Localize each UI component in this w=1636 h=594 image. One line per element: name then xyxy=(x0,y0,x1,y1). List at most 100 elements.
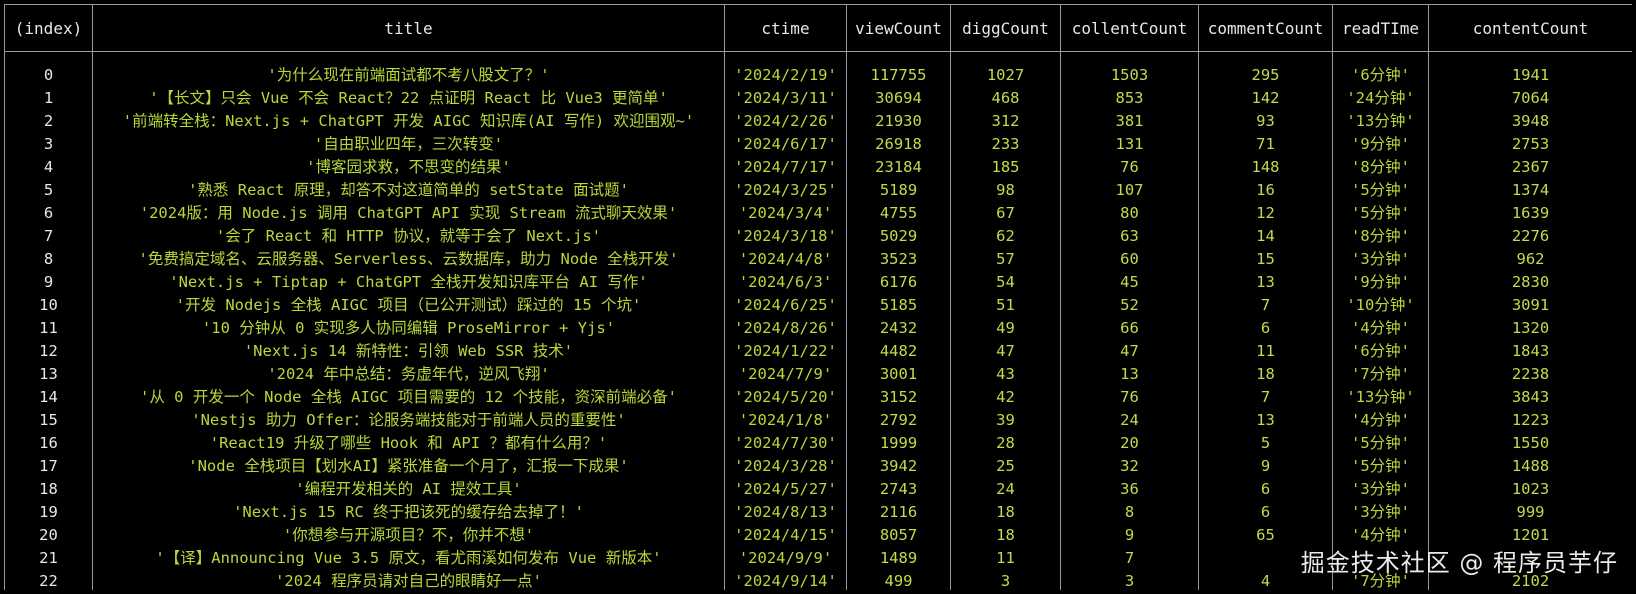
cell-diggcount: 1027 xyxy=(950,64,1061,87)
cell-ctime: '2024/7/30' xyxy=(724,432,847,455)
cell-viewcount: 30694 xyxy=(846,87,951,110)
table-row: 9 'Next.js + Tiptap + ChatGPT 全栈开发知识库平台 A… xyxy=(4,271,1632,294)
cell-readtime: '8分钟' xyxy=(1332,225,1429,248)
cell-collentcount: 76 xyxy=(1060,156,1199,179)
cell-collentcount: 36 xyxy=(1060,478,1199,501)
cell-index: 18 xyxy=(4,478,93,501)
header-title: title xyxy=(92,4,725,52)
table-row: 4 '博客园求救，不思变的结果' '2024/7/17' 23184 185 76 148 '… xyxy=(4,156,1632,179)
cell-viewcount: 5189 xyxy=(846,179,951,202)
cell-title: '2024 程序员请对自己的眼睛好一点' xyxy=(92,570,725,590)
cell-collentcount: 47 xyxy=(1060,340,1199,363)
cell-contentcount: 7064 xyxy=(1428,87,1632,110)
cell-collentcount: 853 xyxy=(1060,87,1199,110)
cell-contentcount: 2367 xyxy=(1428,156,1632,179)
cell-title: '熟悉 React 原理，却答不对这道简单的 setState 面试题' xyxy=(92,179,725,202)
cell-contentcount: 1488 xyxy=(1428,455,1632,478)
cell-index: 5 xyxy=(4,179,93,202)
cell-contentcount: 3091 xyxy=(1428,294,1632,317)
cell-collentcount: 52 xyxy=(1060,294,1199,317)
cell-contentcount: 1320 xyxy=(1428,317,1632,340)
cell-contentcount: 1023 xyxy=(1428,478,1632,501)
cell-contentcount: 1550 xyxy=(1428,432,1632,455)
cell-commentcount: 295 xyxy=(1198,64,1333,87)
cell-contentcount: 1374 xyxy=(1428,179,1632,202)
cell-contentcount: 2238 xyxy=(1428,363,1632,386)
cell-contentcount: 3948 xyxy=(1428,110,1632,133)
cell-ctime: '2024/1/8' xyxy=(724,409,847,432)
cell-index: 2 xyxy=(4,110,93,133)
cell-title: '自由职业四年，三次转变' xyxy=(92,133,725,156)
cell-title: '2024版：用 Node.js 调用 ChatGPT API 实现 Strea… xyxy=(92,202,725,225)
cell-viewcount: 1489 xyxy=(846,547,951,570)
cell-title: '会了 React 和 HTTP 协议，就等于会了 Next.js' xyxy=(92,225,725,248)
cell-readtime: '3分钟' xyxy=(1332,478,1429,501)
cell-commentcount: 13 xyxy=(1198,409,1333,432)
cell-viewcount: 21930 xyxy=(846,110,951,133)
table-row: 10 '开发 Nodejs 全栈 AIGC 项目（已公开测试）踩过的 15 个坑'… xyxy=(4,294,1632,317)
cell-commentcount: 7 xyxy=(1198,386,1333,409)
cell-readtime: '13分钟' xyxy=(1332,110,1429,133)
cell-collentcount: 3 xyxy=(1060,570,1199,590)
cell-commentcount: 14 xyxy=(1198,225,1333,248)
cell-collentcount: 45 xyxy=(1060,271,1199,294)
cell-commentcount: 7 xyxy=(1198,294,1333,317)
cell-readtime: '5分钟' xyxy=(1332,202,1429,225)
table-row: 2 '前端转全栈：Next.js + ChatGPT 开发 AIGC 知识库(AI… xyxy=(4,110,1632,133)
header-commentcount: commentCount xyxy=(1198,4,1333,52)
cell-diggcount: 24 xyxy=(950,478,1061,501)
cell-viewcount: 499 xyxy=(846,570,951,590)
cell-diggcount: 185 xyxy=(950,156,1061,179)
console-table: (index) title ctime viewCount diggCount … xyxy=(4,4,1632,590)
header-collentcount: collentCount xyxy=(1060,4,1199,52)
cell-collentcount: 32 xyxy=(1060,455,1199,478)
cell-viewcount: 3942 xyxy=(846,455,951,478)
cell-contentcount: 1941 xyxy=(1428,64,1632,87)
cell-ctime: '2024/6/17' xyxy=(724,133,847,156)
cell-diggcount: 25 xyxy=(950,455,1061,478)
table-row: 8 '免费搞定域名、云服务器、Serverless、云数据库，助力 Node 全栈… xyxy=(4,248,1632,271)
cell-collentcount: 8 xyxy=(1060,501,1199,524)
cell-title: 'Nestjs 助力 Offer：论服务端技能对于前端人员的重要性' xyxy=(92,409,725,432)
cell-readtime: '5分钟' xyxy=(1332,432,1429,455)
cell-collentcount: 80 xyxy=(1060,202,1199,225)
cell-title: 'Next.js 15 RC 终于把该死的缓存给去掉了！' xyxy=(92,501,725,524)
cell-readtime: '5分钟' xyxy=(1332,455,1429,478)
cell-title: 'Next.js 14 新特性：引领 Web SSR 技术' xyxy=(92,340,725,363)
cell-index: 16 xyxy=(4,432,93,455)
cell-collentcount: 107 xyxy=(1060,179,1199,202)
cell-commentcount: 12 xyxy=(1198,202,1333,225)
table-row: 16 'React19 升级了哪些 Hook 和 API ？都有什么用？' '202… xyxy=(4,432,1632,455)
cell-viewcount: 23184 xyxy=(846,156,951,179)
cell-index: 21 xyxy=(4,547,93,570)
cell-index: 13 xyxy=(4,363,93,386)
cell-title: 'React19 升级了哪些 Hook 和 API ？都有什么用？' xyxy=(92,432,725,455)
cell-ctime: '2024/3/18' xyxy=(724,225,847,248)
cell-index: 6 xyxy=(4,202,93,225)
cell-collentcount: 24 xyxy=(1060,409,1199,432)
cell-viewcount: 3523 xyxy=(846,248,951,271)
cell-diggcount: 28 xyxy=(950,432,1061,455)
cell-index: 4 xyxy=(4,156,93,179)
cell-diggcount: 39 xyxy=(950,409,1061,432)
cell-commentcount: 9 xyxy=(1198,455,1333,478)
cell-contentcount: 1639 xyxy=(1428,202,1632,225)
cell-ctime: '2024/7/17' xyxy=(724,156,847,179)
cell-index: 7 xyxy=(4,225,93,248)
cell-collentcount: 13 xyxy=(1060,363,1199,386)
cell-viewcount: 5185 xyxy=(846,294,951,317)
cell-readtime: '3分钟' xyxy=(1332,248,1429,271)
cell-title: '【长文】只会 Vue 不会 React？22 点证明 React 比 Vue3… xyxy=(92,87,725,110)
cell-collentcount: 20 xyxy=(1060,432,1199,455)
cell-title: '为什么现在前端面试都不考八股文了？' xyxy=(92,64,725,87)
cell-diggcount: 468 xyxy=(950,87,1061,110)
cell-ctime: '2024/5/27' xyxy=(724,478,847,501)
cell-viewcount: 26918 xyxy=(846,133,951,156)
cell-viewcount: 2432 xyxy=(846,317,951,340)
cell-collentcount: 9 xyxy=(1060,524,1199,547)
cell-ctime: '2024/2/26' xyxy=(724,110,847,133)
cell-diggcount: 18 xyxy=(950,501,1061,524)
cell-title: '编程开发相关的 AI 提效工具' xyxy=(92,478,725,501)
cell-title: '你想参与开源项目？不，你并不想' xyxy=(92,524,725,547)
cell-ctime: '2024/3/11' xyxy=(724,87,847,110)
